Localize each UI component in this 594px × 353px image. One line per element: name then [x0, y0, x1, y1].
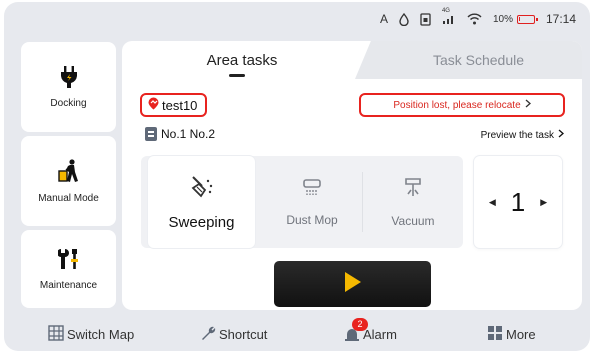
preview-task-label: Preview the task — [480, 129, 554, 141]
docking-label: Docking — [50, 97, 87, 109]
tools-icon — [57, 248, 80, 270]
selected-zones: No.1 No.2 — [145, 127, 215, 141]
wifi-icon — [467, 13, 482, 25]
mode-sweeping[interactable]: Sweeping — [148, 156, 255, 248]
manual-mode-label: Manual Mode — [38, 192, 99, 204]
location-pin-icon — [148, 97, 159, 113]
sweeping-icon — [189, 174, 215, 202]
mode-dust-mop-label: Dust Mop — [286, 212, 338, 227]
cycle-counter: ◀ 1 ▶ — [474, 156, 562, 248]
document-icon — [145, 127, 157, 141]
person-pushing-icon — [57, 158, 80, 183]
dust-mop-icon — [301, 178, 323, 201]
shortcut-button[interactable]: Shortcut — [200, 322, 267, 346]
more-label: More — [506, 326, 536, 342]
chevron-right-icon — [558, 129, 564, 141]
input-indicator: A — [379, 12, 388, 26]
start-task-button[interactable] — [274, 261, 431, 307]
cycle-count: 1 — [510, 186, 526, 217]
switch-map-button[interactable]: Switch Map — [48, 322, 134, 346]
map-selector[interactable]: test10 — [140, 93, 208, 117]
tab-indicator — [229, 74, 245, 77]
robot-screen: A 4G 10% 17:14 Docking Manual Mode Maint… — [4, 2, 590, 351]
increment-arrow-icon[interactable]: ▶ — [540, 197, 547, 208]
relocate-warning-text: Position lost, please relocate — [393, 99, 521, 111]
maintenance-label: Maintenance — [39, 279, 98, 291]
manual-mode-button[interactable]: Manual Mode — [21, 136, 116, 226]
chevron-right-icon — [525, 99, 531, 111]
alarm-button[interactable]: 2 Alarm — [344, 317, 397, 346]
wrench-icon — [200, 325, 216, 344]
decrement-arrow-icon[interactable]: ◀ — [489, 197, 496, 208]
alarm-label: Alarm — [363, 326, 397, 342]
play-icon — [343, 270, 363, 299]
cleaning-mode-selector: Sweeping Dust Mop Vacuum — [141, 156, 463, 248]
shortcut-label: Shortcut — [219, 326, 268, 342]
docking-button[interactable]: Docking — [21, 42, 116, 132]
mode-vacuum-label: Vacuum — [391, 213, 435, 228]
preview-task-link[interactable]: Preview the task — [481, 129, 564, 141]
battery-indicator: 10% — [492, 13, 538, 25]
plug-icon — [60, 65, 78, 88]
mode-vacuum[interactable]: Vacuum — [363, 156, 463, 248]
map-name: test10 — [162, 97, 198, 113]
status-bar: A 4G 10% 17:14 — [379, 8, 576, 28]
clock: 17:14 — [545, 12, 576, 26]
maintenance-button[interactable]: Maintenance — [21, 230, 116, 308]
task-panel: Task Schedule Area tasks test10 Position… — [122, 41, 582, 310]
battery-icon — [516, 14, 538, 24]
mode-sweeping-label: Sweeping — [168, 213, 235, 231]
network-type: 4G — [441, 8, 450, 14]
mode-dust-mop[interactable]: Dust Mop — [262, 156, 362, 248]
cellular-signal-icon: 4G — [442, 8, 456, 25]
alarm-badge: 2 — [352, 317, 368, 331]
grid-icon — [487, 325, 503, 344]
tab-task-schedule[interactable]: Task Schedule — [355, 41, 582, 79]
zones-text: No.1 No.2 — [161, 127, 216, 141]
alarm-icon: 2 — [344, 317, 368, 344]
switch-map-icon — [48, 324, 64, 344]
switch-map-label: Switch Map — [67, 326, 135, 342]
battery-percent: 10% — [492, 13, 513, 25]
water-drop-icon — [399, 12, 409, 26]
vacuum-icon — [402, 177, 424, 202]
relocate-warning[interactable]: Position lost, please relocate — [359, 93, 565, 117]
more-button[interactable]: More — [487, 322, 536, 346]
sd-card-icon — [420, 12, 431, 26]
